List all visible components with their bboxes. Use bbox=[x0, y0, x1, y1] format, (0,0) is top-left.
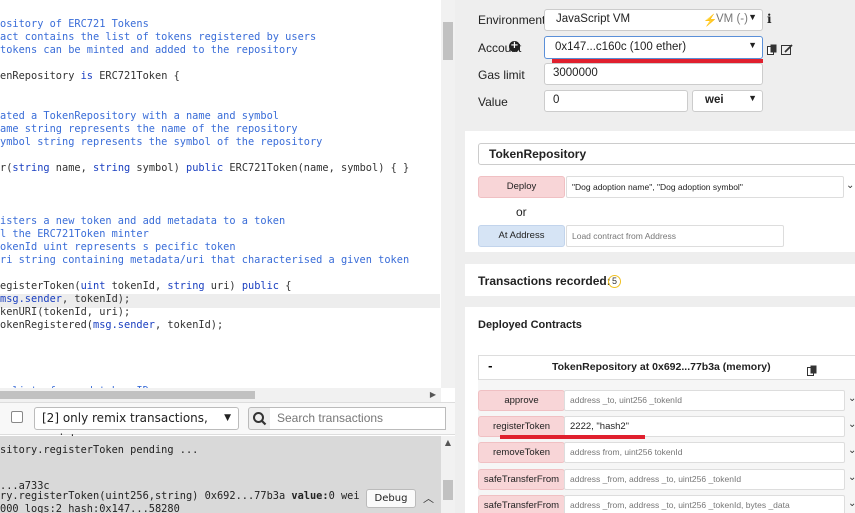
chevron-down-icon[interactable]: ⌄ bbox=[848, 419, 855, 430]
code-line: enRepository is ERC721Token { bbox=[0, 70, 180, 83]
code-line: ymbol string represents the symbol of th… bbox=[0, 135, 323, 148]
at-address-input[interactable]: Load contract from Address bbox=[566, 225, 784, 247]
tx-value: 0 wei bbox=[328, 490, 360, 502]
contract-select[interactable]: TokenRepository bbox=[478, 143, 855, 165]
safe-transfer-from-args-input[interactable]: address _from, address _to, uint256 _tok… bbox=[564, 469, 845, 490]
deploy-args-input[interactable]: "Dog adoption name", "Dog adoption symbo… bbox=[566, 176, 844, 198]
register-token-underline-annotation bbox=[500, 435, 645, 439]
editor-horizontal-scrollbar[interactable]: ▶ bbox=[0, 388, 441, 402]
pending-message: sitory.registerToken pending ... bbox=[0, 444, 199, 456]
account-value: 0x147...c160c (100 ether) bbox=[555, 41, 687, 53]
collapse-instance-icon[interactable]: - bbox=[488, 360, 493, 373]
tx-call: ry.registerToken(uint256,string) 0x692..… bbox=[0, 490, 286, 502]
chevron-down-icon[interactable]: ⌄ bbox=[848, 498, 855, 509]
safe-transfer-from-data-args-input[interactable]: address _from, address _to, uint256 _tok… bbox=[564, 495, 845, 513]
terminal-scroll-thumb[interactable] bbox=[443, 480, 453, 500]
code-line: ri string containing metadata/uri that c… bbox=[0, 253, 410, 266]
environment-select[interactable]: JavaScript VM ⚡ VM (-) ▼ bbox=[544, 9, 763, 31]
code-line: ository of ERC721 Tokens bbox=[0, 18, 149, 30]
value-input[interactable]: 0 bbox=[544, 90, 688, 112]
chevron-down-icon[interactable]: ⌄ bbox=[846, 180, 854, 191]
terminal-checkbox[interactable] bbox=[11, 411, 23, 423]
search-placeholder: Search transactions bbox=[277, 411, 384, 425]
value-unit: wei bbox=[705, 94, 724, 106]
caret-down-icon: ▼ bbox=[748, 40, 757, 50]
chevron-down-icon[interactable]: ⌄ bbox=[848, 472, 855, 483]
edit-icon[interactable] bbox=[781, 41, 793, 55]
gas-limit-label: Gas limit bbox=[478, 68, 525, 82]
code-line: msg.sender, tokenId); bbox=[0, 293, 131, 306]
remove-token-args-input[interactable]: address from, uint256 tokenId bbox=[564, 442, 845, 463]
terminal-filter-dropdown[interactable]: [2] only remix transactions, script ▼ bbox=[34, 407, 239, 446]
value-unit-select[interactable]: wei ▼ bbox=[692, 90, 763, 112]
register-token-args-input[interactable]: 2222, "hash2" bbox=[564, 416, 845, 437]
copy-icon[interactable] bbox=[767, 41, 777, 55]
terminal-scrollbar[interactable]: ▲ bbox=[441, 436, 455, 513]
scroll-up-icon[interactable]: ▲ bbox=[443, 438, 453, 448]
caret-down-icon: ▼ bbox=[224, 413, 231, 423]
code-line: act contains the list of tokens register… bbox=[0, 31, 317, 44]
approve-args-input[interactable]: address _to, uint256 _tokenId bbox=[564, 390, 845, 411]
code-line: ame string represents the name of the re… bbox=[0, 122, 298, 135]
collapse-chevron-icon[interactable]: ︿ bbox=[423, 490, 434, 506]
chevron-down-icon[interactable]: ⌄ bbox=[848, 393, 855, 404]
contract-instance-header[interactable]: - TokenRepository at 0x692...77b3a (memo… bbox=[478, 355, 855, 380]
code-line: r(string name, string symbol) public ERC… bbox=[0, 162, 410, 175]
code-line: okenId uint represents s pecific token bbox=[0, 240, 236, 253]
editor-hscroll-thumb[interactable] bbox=[0, 391, 255, 399]
code-line: okenRegistered(msg.sender, tokenId); bbox=[0, 319, 224, 332]
value-label: Value bbox=[478, 95, 508, 109]
code-editor[interactable]: ository of ERC721 Tokens act contains the… bbox=[0, 0, 455, 402]
code-line: tokens can be minted and added to the re… bbox=[0, 44, 298, 57]
caret-down-icon: ▼ bbox=[748, 12, 757, 22]
account-select[interactable]: 0x147...c160c (100 ether) ▼ bbox=[544, 36, 763, 59]
environment-label: Environment bbox=[478, 13, 546, 27]
environment-value: JavaScript VM bbox=[556, 13, 631, 25]
scroll-right-icon[interactable]: ▶ bbox=[428, 390, 438, 400]
copy-address-icon[interactable] bbox=[807, 362, 817, 381]
transactions-recorded-label: Transactions recorded: bbox=[478, 274, 611, 288]
deployed-contracts-label: Deployed Contracts bbox=[478, 319, 582, 331]
chevron-down-icon[interactable]: ⌄ bbox=[848, 445, 855, 456]
code-line: l the ERC721Token minter bbox=[0, 227, 149, 240]
at-address-button[interactable]: At Address bbox=[478, 225, 565, 247]
add-account-icon[interactable]: + bbox=[509, 41, 520, 52]
debug-button[interactable]: Debug bbox=[366, 489, 416, 508]
editor-vertical-scrollbar[interactable] bbox=[441, 0, 455, 388]
or-label: or bbox=[516, 205, 527, 219]
search-transactions-input[interactable]: Search transactions bbox=[270, 407, 446, 430]
code-line: kenURI(tokenId, uri); bbox=[0, 306, 131, 319]
gas-limit-input[interactable]: 3000000 bbox=[544, 63, 763, 85]
tx-details-line: 000 logs:2 hash:0x147...58280 bbox=[0, 503, 180, 513]
search-icon[interactable] bbox=[248, 407, 271, 430]
tx-call-line: ry.registerToken(uint256,string) 0x692..… bbox=[0, 490, 360, 503]
environment-vm: VM (-) bbox=[716, 13, 748, 25]
contract-instance-title: TokenRepository at 0x692...77b3a (memory… bbox=[552, 361, 771, 373]
code-line: ated a TokenRepository with a name and s… bbox=[0, 109, 279, 122]
caret-down-icon: ▼ bbox=[748, 93, 757, 103]
safe-transfer-from-data-button[interactable]: safeTransferFrom bbox=[478, 495, 565, 513]
deploy-button[interactable]: Deploy bbox=[478, 176, 565, 198]
editor-scroll-thumb[interactable] bbox=[443, 22, 453, 60]
code-line: egisterToken(uint tokenId, string uri) p… bbox=[0, 280, 292, 292]
approve-button[interactable]: approve bbox=[478, 390, 565, 411]
register-token-button[interactable]: registerToken bbox=[478, 416, 565, 437]
tx-value-label: value: bbox=[291, 490, 329, 502]
info-icon[interactable]: i bbox=[767, 12, 772, 26]
safe-transfer-from-button[interactable]: safeTransferFrom bbox=[478, 469, 565, 490]
code-line: isters a new token and add metadata to a… bbox=[0, 214, 286, 227]
transactions-count-badge: 5 bbox=[608, 275, 621, 288]
remove-token-button[interactable]: removeToken bbox=[478, 442, 565, 463]
contract-name: TokenRepository bbox=[489, 147, 587, 161]
